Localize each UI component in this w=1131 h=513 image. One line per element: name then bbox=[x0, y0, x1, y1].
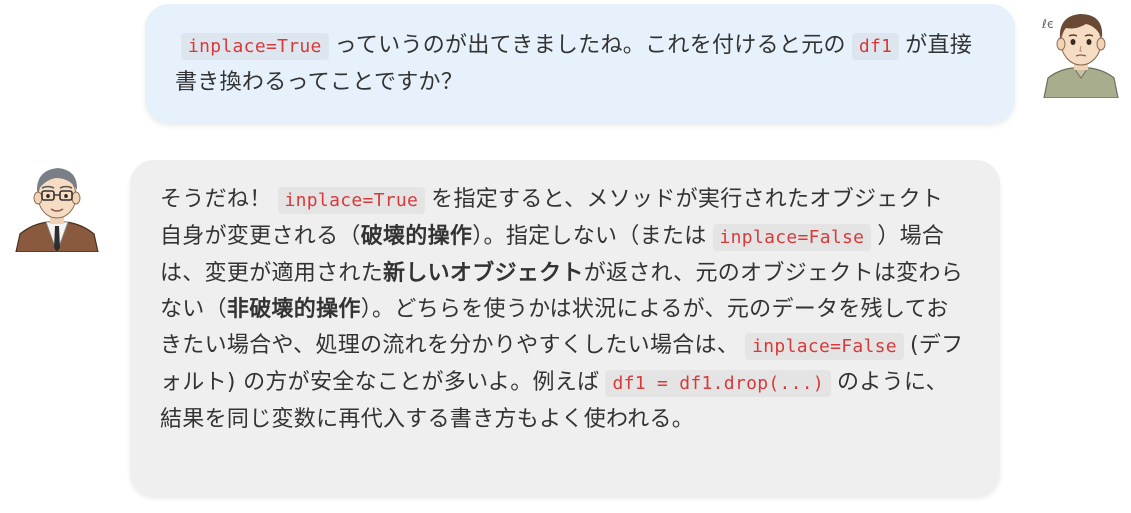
emphasis-text: 非破壊的操作 bbox=[226, 297, 361, 322]
message-text: っていうのが出てきましたね。これを付けると元の bbox=[334, 33, 846, 58]
user-avatar: ℓє bbox=[1036, 4, 1126, 99]
user-message-bubble: inplace=True っていうのが出てきましたね。これを付けると元の df1 が直… bbox=[145, 4, 1015, 123]
ai-message-bubble: そうだね！ inplace=True を指定すると、メソッドが実行されたオブジェクト… bbox=[130, 160, 1000, 496]
message-text: ）。指定しない（または bbox=[472, 224, 707, 249]
emphasis-text: 破壊的操作 bbox=[360, 224, 473, 249]
young-man-avatar-icon: ℓє bbox=[1041, 14, 1119, 99]
inline-code: inplace=True bbox=[181, 33, 329, 60]
inline-code: inplace=False bbox=[712, 224, 872, 251]
svg-text:ℓє: ℓє bbox=[1041, 17, 1054, 31]
inline-code: inplace=True bbox=[277, 187, 426, 214]
inline-code: df1 bbox=[851, 33, 900, 60]
emphasis-text: 新しいオブジェクト bbox=[383, 261, 584, 286]
ai-avatar bbox=[12, 158, 102, 254]
glasses-man-avatar-icon bbox=[15, 168, 99, 254]
message-text: そうだね！ bbox=[160, 187, 272, 212]
chat-view: inplace=True っていうのが出てきましたね。これを付けると元の df1 が直… bbox=[0, 0, 1131, 513]
inline-code: df1 = df1.drop(...) bbox=[605, 370, 832, 397]
inline-code: inplace=False bbox=[745, 333, 904, 360]
